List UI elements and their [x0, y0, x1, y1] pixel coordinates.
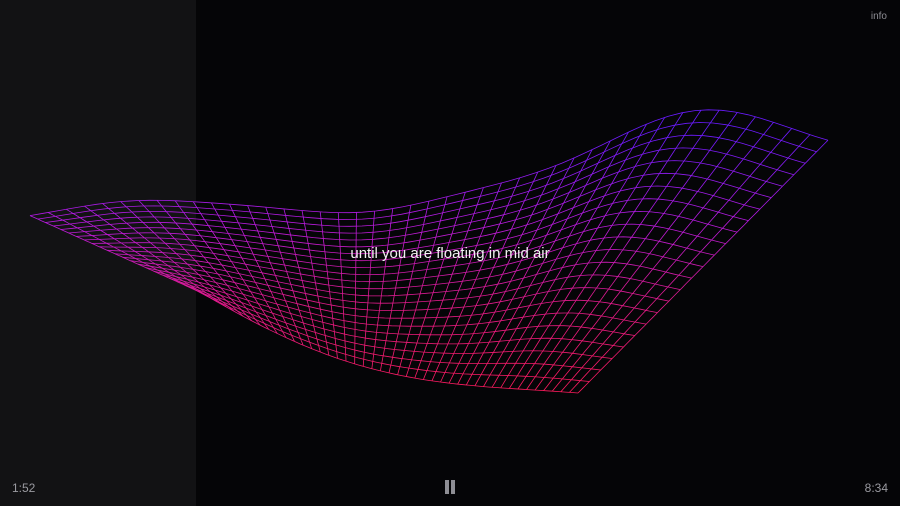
elapsed-time: 1:52: [12, 481, 36, 495]
info-link[interactable]: info: [871, 11, 887, 22]
total-time: 8:34: [864, 481, 888, 495]
pause-icon: [445, 480, 449, 494]
pause-button[interactable]: [443, 480, 457, 494]
caption-text: until you are floating in mid air: [350, 245, 550, 262]
